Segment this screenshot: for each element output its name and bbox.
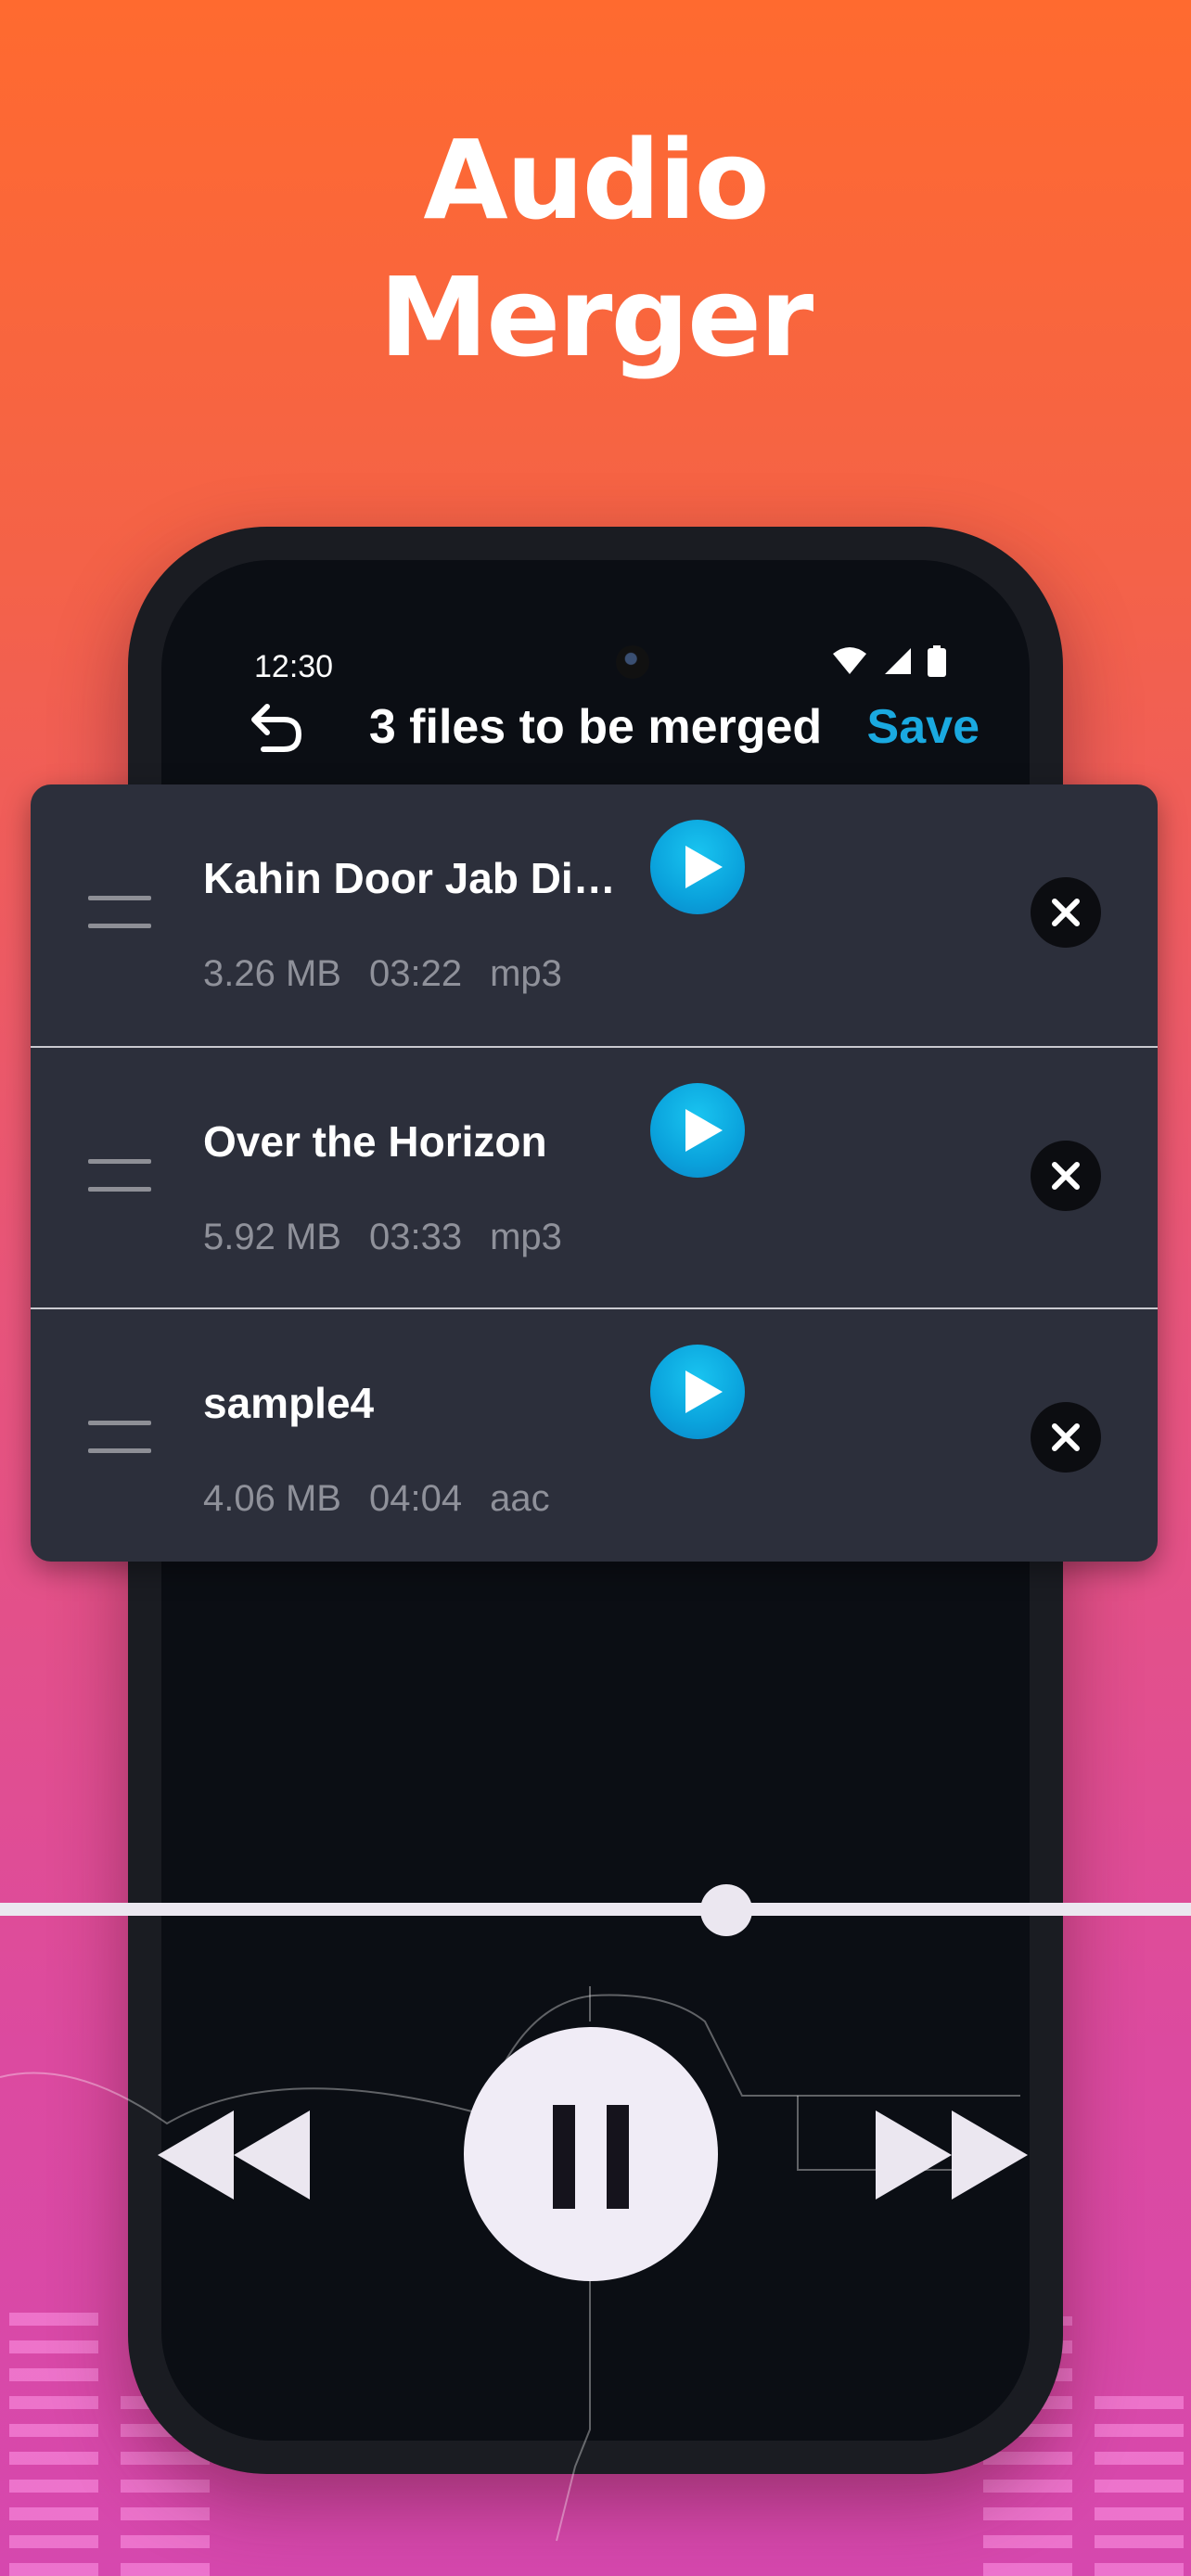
rewind-icon[interactable] bbox=[158, 2111, 310, 2200]
file-size: 5.92 MB bbox=[203, 1217, 341, 1257]
play-icon[interactable] bbox=[650, 1083, 745, 1178]
pause-button[interactable] bbox=[464, 2027, 718, 2281]
file-size: 4.06 MB bbox=[203, 1478, 341, 1519]
close-icon[interactable] bbox=[1031, 1141, 1101, 1211]
file-meta: 4.06 MB 04:04 aac bbox=[203, 1478, 578, 1520]
list-item[interactable]: Kahin Door Jab Din... 3.26 MB 03:22 mp3 bbox=[31, 784, 1158, 1046]
signal-icon bbox=[885, 648, 911, 674]
status-time: 12:30 bbox=[254, 649, 334, 684]
seek-bar[interactable] bbox=[0, 1903, 1191, 1916]
file-name: Over the Horizon bbox=[203, 1117, 547, 1166]
promo-headline: Audio Merger bbox=[0, 111, 1191, 386]
file-format: mp3 bbox=[490, 1217, 562, 1257]
battery-icon bbox=[928, 645, 946, 677]
close-icon[interactable] bbox=[1031, 877, 1101, 948]
drag-handle-icon[interactable] bbox=[88, 1421, 151, 1458]
fast-forward-icon[interactable] bbox=[876, 2111, 1028, 2200]
file-format: aac bbox=[490, 1478, 550, 1519]
play-icon[interactable] bbox=[650, 1345, 745, 1439]
drag-handle-icon[interactable] bbox=[88, 1159, 151, 1196]
file-duration: 03:33 bbox=[368, 1217, 463, 1257]
file-name: sample4 bbox=[203, 1379, 375, 1427]
file-size: 3.26 MB bbox=[203, 953, 341, 994]
status-icons bbox=[831, 645, 946, 677]
file-duration: 04:04 bbox=[368, 1478, 463, 1519]
drag-handle-icon[interactable] bbox=[88, 896, 151, 933]
play-icon[interactable] bbox=[650, 820, 745, 914]
file-list: Kahin Door Jab Din... 3.26 MB 03:22 mp3 Ov… bbox=[31, 784, 1158, 1562]
file-meta: 3.26 MB 03:22 mp3 bbox=[203, 953, 590, 995]
file-format: mp3 bbox=[490, 953, 562, 994]
pause-icon bbox=[553, 2105, 629, 2209]
promo-line-2: Merger bbox=[378, 253, 813, 381]
file-meta: 5.92 MB 03:33 mp3 bbox=[203, 1217, 590, 1258]
camera-icon bbox=[616, 645, 649, 679]
file-name: Kahin Door Jab Din... bbox=[203, 854, 621, 902]
wifi-icon bbox=[833, 647, 866, 674]
list-item[interactable]: Over the Horizon 5.92 MB 03:33 mp3 bbox=[31, 1046, 1158, 1309]
list-item[interactable]: sample4 4.06 MB 04:04 aac bbox=[31, 1307, 1158, 1571]
close-icon[interactable] bbox=[1031, 1402, 1101, 1473]
file-duration: 03:22 bbox=[368, 953, 463, 994]
seek-knob[interactable] bbox=[700, 1884, 753, 1936]
save-button[interactable]: Save bbox=[867, 699, 980, 755]
promo-line-1: Audio bbox=[423, 116, 769, 244]
